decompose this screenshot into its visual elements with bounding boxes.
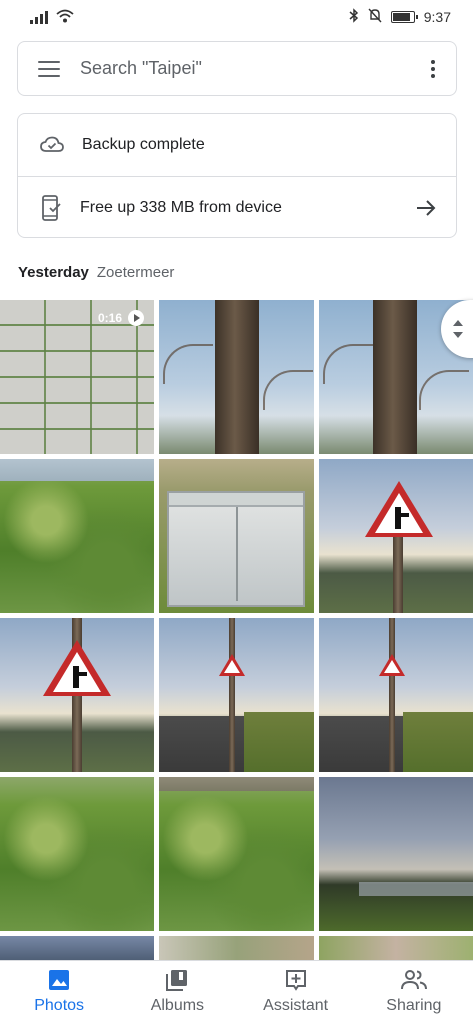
- video-duration-badge: 0:16: [98, 310, 144, 326]
- backup-status-card: Backup complete Free up 338 MB from devi…: [17, 113, 457, 238]
- phone-check-icon: [40, 194, 62, 221]
- photos-icon: [48, 969, 70, 991]
- photo-thumbnail[interactable]: [159, 300, 314, 454]
- photo-thumbnail-video[interactable]: 0:16: [0, 300, 154, 454]
- hamburger-menu-icon[interactable]: [38, 60, 60, 77]
- wifi-icon: [56, 9, 74, 26]
- search-bar[interactable]: Search "Taipei": [17, 41, 457, 96]
- scroll-up-icon: [453, 320, 463, 326]
- nav-sharing-label: Sharing: [386, 997, 442, 1014]
- photo-grid: 0:16: [0, 300, 473, 960]
- photo-thumbnail[interactable]: [0, 777, 154, 931]
- nav-albums-label: Albums: [150, 997, 205, 1014]
- backup-complete-label: Backup complete: [82, 136, 205, 153]
- arrow-right-icon[interactable]: [416, 199, 436, 217]
- photo-thumbnail[interactable]: [319, 618, 473, 772]
- mute-bell-icon: [368, 8, 382, 26]
- photo-thumbnail[interactable]: [159, 459, 314, 613]
- scroll-down-icon: [453, 332, 463, 338]
- nav-photos-label: Photos: [34, 997, 85, 1014]
- albums-icon: [166, 969, 188, 991]
- battery-icon: [390, 11, 418, 23]
- nav-photos[interactable]: Photos: [0, 961, 118, 1024]
- backup-complete-row[interactable]: Backup complete: [18, 114, 456, 176]
- photo-thumbnail[interactable]: [159, 618, 314, 772]
- sharing-icon: [400, 969, 427, 991]
- assistant-icon: [285, 969, 307, 991]
- video-duration: 0:16: [97, 311, 122, 325]
- more-options-icon[interactable]: [428, 59, 438, 78]
- free-up-space-label: Free up 338 MB from device: [80, 198, 282, 216]
- free-up-space-row[interactable]: Free up 338 MB from device: [18, 176, 456, 237]
- nav-albums[interactable]: Albums: [118, 961, 236, 1024]
- section-location: Zoetermeer: [96, 264, 175, 281]
- bluetooth-icon: [349, 8, 359, 26]
- play-icon: [128, 310, 144, 326]
- photo-thumbnail[interactable]: [319, 459, 473, 613]
- status-time: 9:37: [423, 9, 451, 25]
- photo-thumbnail[interactable]: [0, 936, 154, 960]
- bottom-navigation: Photos Albums Assistant Sharing: [0, 960, 473, 1024]
- photo-thumbnail[interactable]: [0, 459, 154, 613]
- signal-icon: [30, 10, 48, 24]
- photo-thumbnail[interactable]: [159, 777, 314, 931]
- nav-sharing[interactable]: Sharing: [355, 961, 473, 1024]
- photo-thumbnail[interactable]: [159, 936, 314, 960]
- status-right: 9:37: [349, 8, 451, 26]
- status-left: [30, 9, 74, 26]
- cloud-check-icon: [40, 136, 64, 154]
- date-section-header: Yesterday Zoetermeer: [18, 264, 174, 281]
- photo-thumbnail[interactable]: [319, 936, 473, 960]
- photo-thumbnail[interactable]: [319, 777, 473, 931]
- status-bar: 9:37: [0, 0, 473, 34]
- nav-assistant[interactable]: Assistant: [237, 961, 355, 1024]
- search-input[interactable]: Search "Taipei": [80, 58, 428, 79]
- nav-assistant-label: Assistant: [263, 997, 329, 1014]
- section-date: Yesterday: [18, 264, 89, 281]
- photo-thumbnail[interactable]: [0, 618, 154, 772]
